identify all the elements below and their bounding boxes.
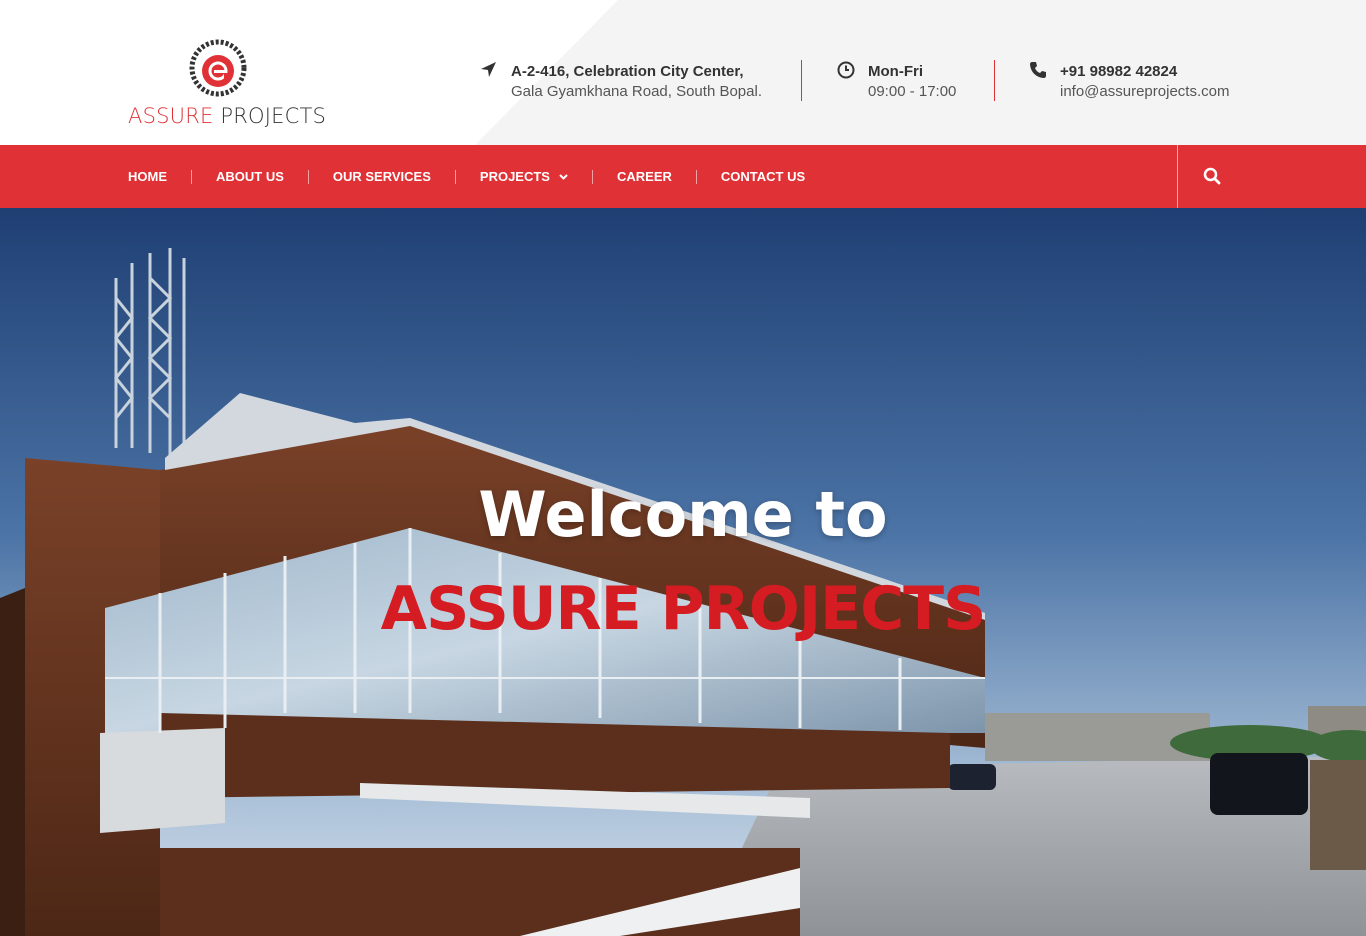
phone-number[interactable]: +91 98982 42824 xyxy=(1060,63,1177,80)
nav-separator xyxy=(454,169,456,184)
phone-info: +91 98982 42824 info@assureprojects.com xyxy=(1029,60,1269,104)
nav-item-projects-label: PROJECTS xyxy=(479,169,550,184)
hours-time: 09:00 - 17:00 xyxy=(868,83,957,100)
info-divider xyxy=(994,60,995,101)
logo-wordmark: ASSURE PROJECTS xyxy=(128,104,326,128)
site-header: ASSURE PROJECTS A-2-416, Celebration Cit… xyxy=(0,0,1366,145)
hours-info: Mon-Fri 09:00 - 17:00 xyxy=(837,60,977,104)
hero-title-line2: ASSURE PROJECTS xyxy=(380,574,987,644)
logo-word-projects: PROJECTS xyxy=(220,104,327,128)
search-icon xyxy=(1203,167,1221,185)
nav-item-career[interactable]: CAREER xyxy=(617,169,672,184)
hours-days: Mon-Fri xyxy=(868,63,923,80)
email-address[interactable]: info@assureprojects.com xyxy=(1060,83,1229,100)
nav-separator xyxy=(591,169,593,184)
nav-separator xyxy=(307,169,309,184)
logo-mark-icon xyxy=(189,39,247,97)
nav-menu: HOME ABOUT US OUR SERVICES PROJECTS CARE… xyxy=(128,145,805,208)
address-line2: Gala Gyamkhana Road, South Bopal. xyxy=(511,83,762,100)
nav-separator xyxy=(695,169,697,184)
address-line1: A-2-416, Celebration City Center, xyxy=(511,63,744,80)
hero-title-line1: Welcome to xyxy=(478,478,888,551)
location-arrow-icon xyxy=(481,62,496,77)
clock-icon xyxy=(837,61,855,79)
nav-item-projects[interactable]: PROJECTS xyxy=(480,169,568,184)
hero-banner: Welcome to ASSURE PROJECTS xyxy=(0,208,1366,936)
phone-icon xyxy=(1030,62,1046,78)
logo-word-assure: ASSURE xyxy=(128,104,214,128)
nav-item-about-us[interactable]: ABOUT US xyxy=(216,169,284,184)
chevron-down-icon xyxy=(559,173,568,180)
site-logo[interactable]: ASSURE PROJECTS xyxy=(128,38,326,130)
hero-building-image xyxy=(0,208,1366,936)
info-divider xyxy=(801,60,802,101)
nav-item-contact-us[interactable]: CONTACT US xyxy=(721,169,805,184)
search-button[interactable] xyxy=(1177,145,1366,208)
nav-separator xyxy=(191,169,192,184)
nav-item-our-services[interactable]: OUR SERVICES xyxy=(333,169,431,184)
main-navigation: HOME ABOUT US OUR SERVICES PROJECTS CARE… xyxy=(0,145,1366,208)
address-info: A-2-416, Celebration City Center, Gala G… xyxy=(480,60,780,104)
nav-item-home[interactable]: HOME xyxy=(128,169,167,184)
